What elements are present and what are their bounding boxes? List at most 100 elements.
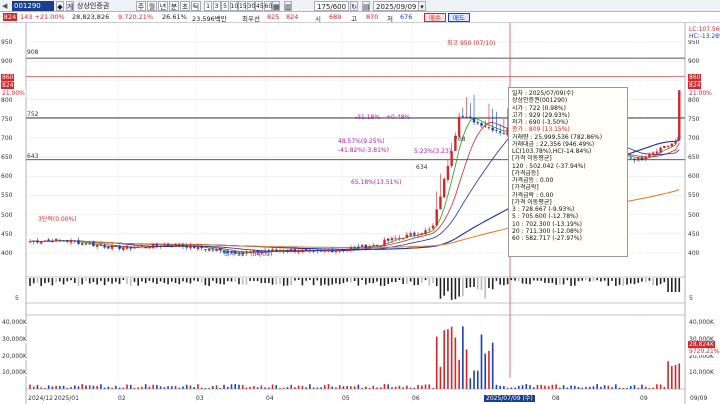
right-tick: 500 [688, 211, 700, 219]
volume-bar [641, 278, 643, 282]
tooltip-line: 60 : 582.717 (-27.97%) [512, 235, 582, 242]
date-input[interactable]: 2025/09/09 [373, 1, 420, 11]
left-amt-tick: 20,000K [1, 352, 28, 360]
volume-bar [596, 278, 598, 281]
volume-bar [644, 278, 647, 283]
candle [666, 145, 670, 147]
annotation-a5: -41.82%(-3.81%) [338, 147, 389, 154]
interval-1[interactable]: 1 [204, 1, 212, 11]
category-icon[interactable]: 게 [66, 1, 74, 11]
volume-bar [633, 278, 636, 285]
volume-bar [611, 278, 613, 281]
priority-price: 825 [267, 13, 280, 21]
candle [39, 241, 43, 244]
period-1[interactable]: 월 [147, 1, 157, 11]
adjust-icon[interactable]: ▥ [284, 1, 292, 11]
volume-bar [327, 278, 330, 286]
volume-bar [96, 278, 98, 285]
volume-bar [413, 278, 416, 286]
volume-bar [66, 278, 69, 282]
candle [319, 250, 323, 252]
interval-10[interactable]: 10 [229, 1, 238, 11]
amount-bar [503, 386, 505, 389]
volume-bar [297, 278, 300, 281]
volume-bar [238, 278, 240, 285]
candle [69, 240, 73, 243]
calendar-icon[interactable]: ▤ [362, 1, 370, 11]
candle [77, 240, 80, 244]
candle [390, 238, 394, 241]
period-0[interactable]: 주 [136, 1, 146, 11]
interval-60[interactable]: 60 [263, 1, 272, 11]
candle [338, 249, 341, 252]
x-tick: 08 [552, 395, 560, 402]
volume-bar [476, 278, 479, 290]
prev-arrow-icon[interactable]: ◀ [2, 1, 7, 11]
period-4[interactable]: 초 [180, 1, 190, 11]
amount-bar [59, 385, 61, 389]
low-value: 676 [400, 13, 413, 21]
volume-bar [465, 278, 468, 289]
candle [286, 250, 289, 252]
amount-bar [577, 386, 580, 389]
refresh-icon[interactable]: ↻ [350, 1, 358, 11]
amount-bar [551, 384, 554, 389]
volume-bar [454, 278, 457, 300]
amount-bar [47, 385, 50, 389]
interval-45[interactable]: 45 [255, 1, 264, 11]
volume-bar [532, 278, 535, 281]
volume-bar [55, 278, 57, 283]
volume-bar [331, 278, 334, 285]
buy-button[interactable]: 매수 [424, 13, 446, 22]
date-picker-icon[interactable]: ▾ [418, 1, 426, 11]
amount-bar [671, 366, 673, 389]
volume-bar [603, 278, 606, 281]
interval-15[interactable]: 15 [238, 1, 247, 11]
volume-bar [626, 278, 628, 285]
right-amt-tick: 40,000K [688, 319, 715, 327]
volume-bar [73, 278, 76, 283]
right-tick: 900 [688, 58, 700, 66]
search-icon[interactable]: ◆ [56, 1, 64, 11]
volume-bar [566, 278, 569, 281]
amount-bar [92, 385, 95, 389]
annotation-a9: 65.18%(13.51%) [351, 179, 402, 186]
volume-bar [256, 278, 259, 282]
amount-bar [174, 385, 177, 389]
candle [334, 250, 338, 252]
high-label: 고 [351, 15, 357, 23]
amount-bar [331, 386, 334, 389]
candle [394, 238, 397, 240]
tooltip-line: 가격급락 : 0.00 [512, 191, 554, 199]
amount-bar [55, 385, 57, 389]
period-3[interactable]: 분 [169, 1, 179, 11]
volume-bar [223, 278, 225, 285]
interval-30[interactable]: 30 [246, 1, 255, 11]
count-input[interactable]: 175/600 [314, 1, 350, 11]
stock-code-input[interactable]: 001290 [12, 1, 54, 11]
sell-button[interactable]: 매도 [448, 13, 470, 22]
amount-bar [674, 365, 677, 389]
amount-bar [555, 384, 557, 389]
volume-bar [189, 278, 192, 284]
candle [678, 90, 681, 141]
interval-5[interactable]: 5 [221, 1, 229, 11]
volume-bar [126, 278, 128, 285]
volume-bar [100, 278, 102, 281]
volume-bar [577, 278, 580, 282]
period-2[interactable]: 년 [158, 1, 168, 11]
price-tag: 824 [3, 13, 17, 21]
amount-bar [387, 384, 390, 389]
tooltip-line: 20 : 711.300 (-12.08%) [512, 227, 582, 235]
candle [629, 157, 632, 159]
candle [144, 247, 147, 249]
volume-bar [159, 278, 162, 282]
setting-icon[interactable]: ▦ [272, 1, 280, 11]
interval-3[interactable]: 3 [212, 1, 221, 11]
volume-bar [409, 278, 412, 282]
amount-bar [372, 385, 375, 389]
data-tooltip: 일자 : 2025/07/09(수) 상상인증권(001290) 시가 : 722 … [508, 87, 628, 257]
period-5[interactable]: 틱 [191, 1, 201, 11]
amount-bar [241, 385, 244, 389]
volume-bar [573, 278, 576, 286]
